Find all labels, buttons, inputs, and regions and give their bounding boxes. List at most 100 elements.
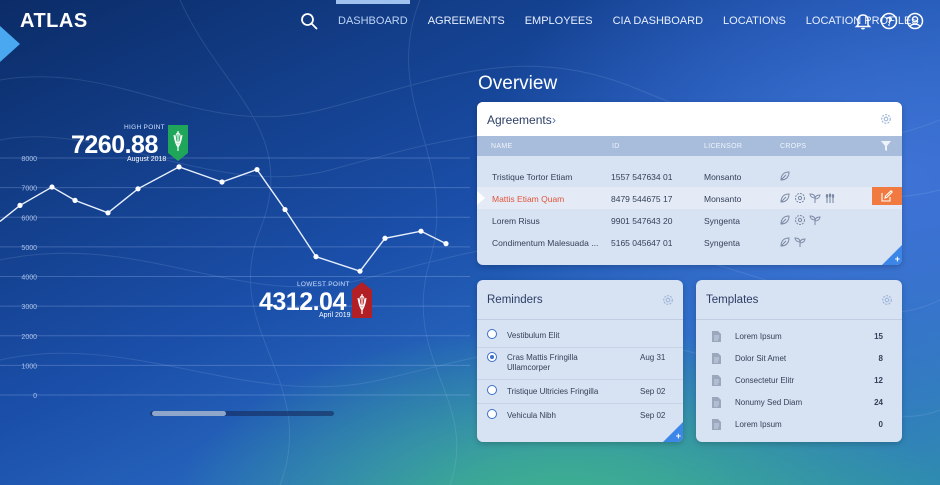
row-id: 9901 547643 20 [611,216,673,226]
agreements-title[interactable]: Agreements [487,113,552,127]
y-tick-label: 5000 [21,245,37,252]
high-point-corn-badge-icon [168,125,188,161]
nav-dashboard[interactable]: DASHBOARD [336,0,410,42]
reminder-text: Cras Mattis Fringilla Ullamcorper [507,353,578,372]
reminder-date: Aug 31 [640,353,666,362]
document-icon [712,375,721,386]
template-name: Consectetur Elitr [735,376,795,385]
edit-button[interactable] [872,187,902,205]
table-row[interactable]: Lorem Risus 9901 547643 20 Syngenta [477,209,902,231]
nav-locations[interactable]: LOCATIONS [723,0,786,42]
reminder-checkbox[interactable] [487,409,497,419]
low-point-label: LOWEST POINT [297,281,350,288]
high-point-date: August 2018 [127,156,167,163]
gear-icon[interactable] [879,112,893,126]
data-point[interactable] [443,241,449,247]
agreements-table-header: NAME ID LICENSOR CROPS [477,136,902,156]
data-point[interactable] [17,202,23,208]
y-tick-label: 2000 [21,334,37,341]
document-icon [712,397,721,408]
data-point[interactable] [219,179,225,185]
line-chart: 8000 7000 6000 5000 4000 3000 2000 1000 0 [0,156,470,400]
reminder-item[interactable]: Cras Mattis Fringilla Ullamcorper Aug 31 [477,348,683,380]
template-name: Lorem Ipsum [735,420,782,429]
reminders-panel: Reminders Vestibulum Elit Cras Mattis Fr… [477,280,683,442]
templates-title[interactable]: Templates [706,294,758,306]
y-tick-label: 3000 [21,304,37,311]
row-licensor: Monsanto [704,194,742,204]
col-licensor[interactable]: LICENSOR [704,143,742,150]
y-tick-label: 8000 [21,156,37,163]
reminder-item[interactable]: Tristique Ultricies Fringilla Sep 02 [477,380,683,404]
template-item[interactable]: Lorem Ipsum 0 [696,414,902,436]
reminder-checkbox-checked[interactable] [487,352,497,362]
data-point[interactable] [49,184,55,190]
row-licensor: Syngenta [704,216,740,226]
row-licensor: Syngenta [704,238,740,248]
reminder-text: Vestibulum Elit [507,331,560,340]
reminder-text: Vehicula Nibh [507,411,556,420]
row-id: 1557 547634 01 [611,172,673,182]
y-tick-label: 7000 [21,186,37,193]
template-count: 8 [878,354,883,363]
gear-icon[interactable] [661,293,675,307]
reminder-item[interactable]: Vestibulum Elit [477,322,683,348]
templates-panel: Templates Lorem Ipsum 15 Dolor Sit Amet 8 Co… [696,280,902,442]
search-icon[interactable] [300,12,318,30]
col-name[interactable]: NAME [491,143,512,150]
leaf-icon [780,215,790,225]
table-row-selected[interactable]: Mattis Etiam Quam 8479 544675 17 Monsant… [477,187,902,209]
template-item[interactable]: Lorem Ipsum 15 [696,326,902,348]
template-item[interactable]: Consectetur Elitr 12 [696,370,902,392]
sprout-icon [794,237,806,247]
filter-icon[interactable] [881,141,891,151]
y-tick-label: 0 [33,393,37,400]
table-row[interactable]: Condimentum Malesuada ... 5165 045647 01… [477,231,902,253]
y-tick-label: 6000 [21,215,37,222]
data-point[interactable] [282,206,288,213]
flower-icon [795,193,805,203]
reminder-item[interactable]: Vehicula Nibh Sep 02 [477,404,683,428]
reminders-title[interactable]: Reminders [487,294,543,306]
chart-scrollbar-thumb[interactable] [152,411,226,416]
data-point[interactable] [254,166,260,173]
help-icon[interactable] [880,12,898,30]
reminder-checkbox[interactable] [487,385,497,395]
bell-icon[interactable] [854,12,872,30]
row-id: 8479 544675 17 [611,194,673,204]
template-item[interactable]: Dolor Sit Amet 8 [696,348,902,370]
brand-logo[interactable]: ATLAS [20,10,88,33]
data-point[interactable] [135,186,141,192]
data-point[interactable] [357,268,363,274]
row-name: Lorem Risus [492,216,540,226]
y-tick-label: 4000 [21,275,37,282]
data-point[interactable] [382,235,388,241]
data-point[interactable] [105,210,111,216]
table-row[interactable]: Tristique Tortor Etiam 1557 547634 01 Mo… [477,165,902,187]
template-name: Dolor Sit Amet [735,354,787,363]
wheat-icon [825,193,835,203]
leaf-icon [780,237,790,247]
reminder-text: Tristique Ultricies Fringilla [507,387,599,396]
agreements-header: Agreements › [477,102,902,136]
low-point-date: April 2019 [319,312,351,319]
col-crops[interactable]: CROPS [780,143,806,150]
data-point[interactable] [72,197,78,203]
data-point[interactable] [313,254,319,260]
gear-icon[interactable] [880,293,894,307]
data-point[interactable] [176,164,182,170]
nav-agreements[interactable]: AGREEMENTS [428,0,505,42]
template-item[interactable]: Nonumy Sed Diam 24 [696,392,902,414]
reminder-checkbox[interactable] [487,329,497,339]
chevron-right-icon[interactable]: › [552,113,556,127]
reminder-date: Sep 02 [640,387,666,396]
user-icon[interactable] [906,12,924,30]
data-point[interactable] [418,228,424,234]
col-id[interactable]: ID [612,143,620,150]
main-nav: DASHBOARD AGREEMENTS EMPLOYEES CIA DASHB… [336,0,939,42]
nav-employees[interactable]: EMPLOYEES [525,0,593,42]
row-licensor: Monsanto [704,172,742,182]
low-point-corn-badge-icon [352,282,372,318]
brand-accent-triangle [0,26,20,62]
nav-cia-dashboard[interactable]: CIA DASHBOARD [613,0,703,42]
